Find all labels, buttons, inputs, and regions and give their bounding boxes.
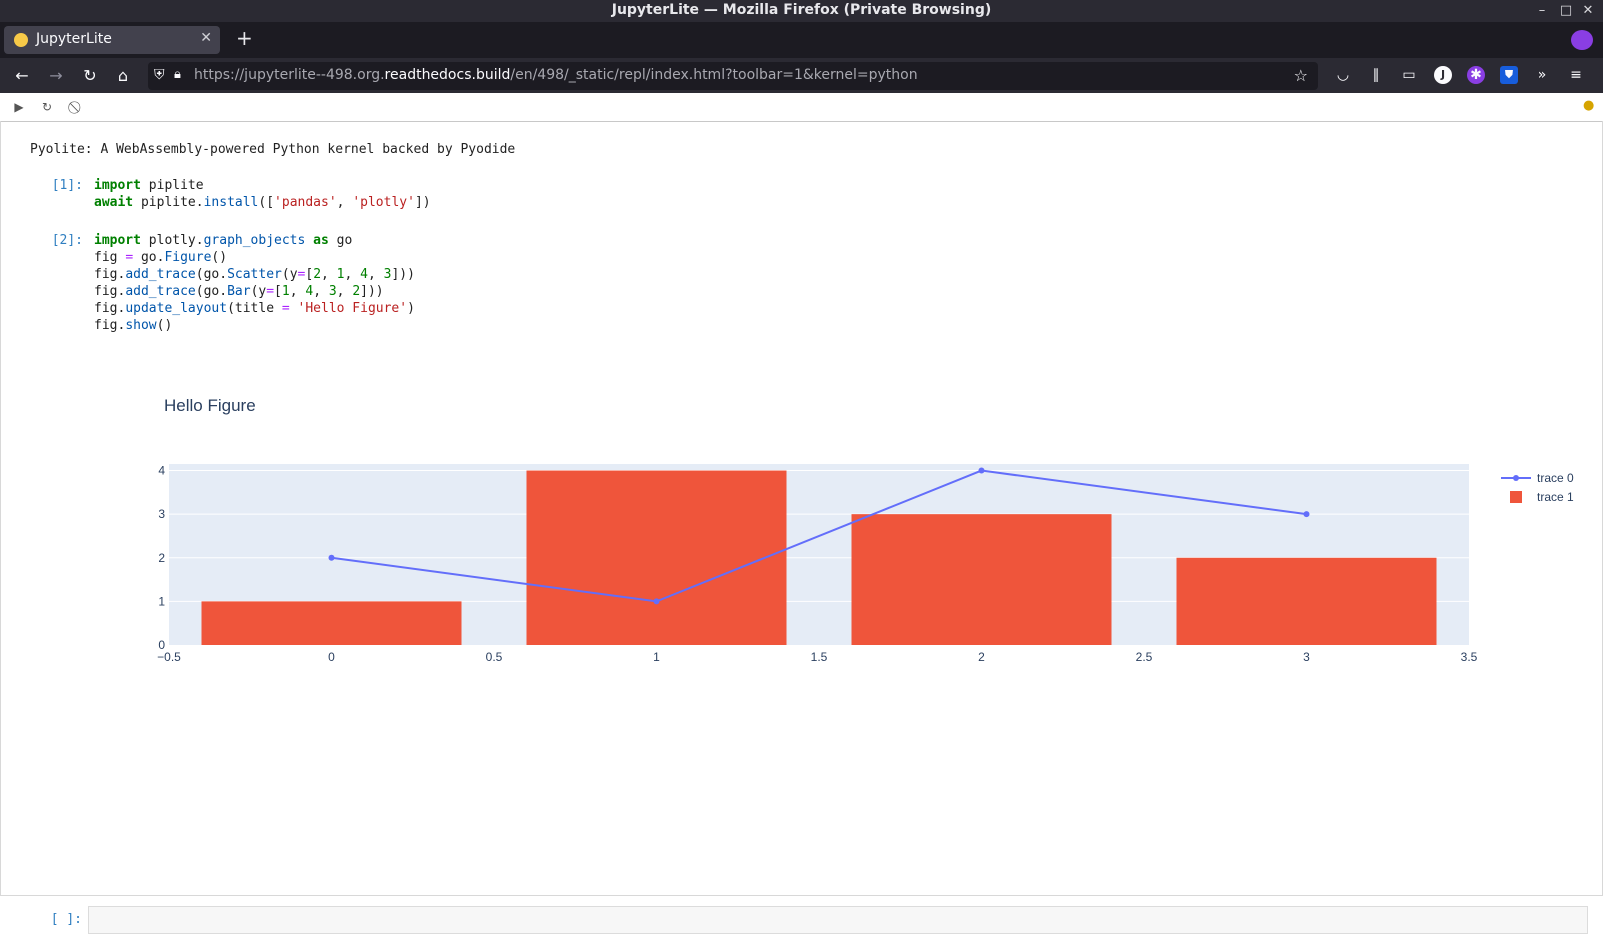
window-titlebar: JupyterLite — Mozilla Firefox (Private B… — [0, 0, 1603, 22]
tracking-shield-icon[interactable]: ⛨ — [154, 67, 165, 83]
y-tick-label: 1 — [158, 594, 165, 608]
data-point-trace-0[interactable] — [328, 554, 335, 561]
bar-trace-1[interactable] — [526, 470, 787, 645]
x-tick-label: 3.5 — [1461, 650, 1478, 664]
jupyterlite-favicon-icon — [14, 33, 28, 47]
plotly-chart[interactable]: −0.5 0 0.5 1 1.5 2 2.5 3 3.5 01234 trace 0 trace… — [1, 121, 1602, 681]
bar-trace-1[interactable] — [851, 514, 1112, 645]
account-avatar-icon[interactable]: J — [1434, 66, 1452, 84]
console-area: Pyolite: A WebAssembly-powered Python ke… — [0, 121, 1603, 901]
legend[interactable]: trace 0 trace 1 — [1501, 471, 1574, 504]
bitwarden-icon[interactable]: ⛊ — [1500, 66, 1518, 84]
kernel-status-icon: ● — [1583, 98, 1595, 113]
input-cell: [ ]: — [0, 895, 1603, 944]
reader-view-icon[interactable]: ▭ — [1400, 66, 1418, 84]
navigation-bar: ← → ↻ ⌂ ⛨ 🔒︎ https://jupyterlite--498.or… — [0, 58, 1603, 93]
y-tick-label: 3 — [158, 507, 165, 521]
input-prompt: [ ]: — [50, 912, 82, 927]
code-input-field[interactable] — [88, 906, 1588, 934]
legend-label-trace-1[interactable]: trace 1 — [1537, 490, 1574, 504]
close-icon[interactable]: ✕ — [1579, 2, 1597, 20]
x-tick-label: 2.5 — [1136, 650, 1153, 664]
window-title: JupyterLite — Mozilla Firefox (Private B… — [611, 2, 992, 18]
legend-marker-swatch — [1513, 475, 1519, 481]
tab-jupyterlite[interactable]: JupyterLite ✕ — [4, 26, 220, 54]
tab-label: JupyterLite — [36, 31, 112, 47]
url-text[interactable]: https://jupyterlite--498.org.readthedocs… — [194, 67, 918, 83]
x-tick-label: 3 — [1303, 650, 1310, 664]
data-point-trace-0[interactable] — [978, 467, 985, 474]
bar-trace-1[interactable] — [1176, 557, 1437, 645]
url-suffix: /en/498/_static/repl/index.html?toolbar=… — [510, 67, 918, 83]
new-tab-button[interactable]: + — [236, 26, 253, 50]
x-tick-label: 2 — [978, 650, 985, 664]
x-tick-label: 1.5 — [811, 650, 828, 664]
x-tick-label: −0.5 — [157, 650, 181, 664]
reload-icon[interactable]: ↻ — [80, 66, 100, 86]
address-bar[interactable]: ⛨ 🔒︎ https://jupyterlite--498.org.readth… — [148, 62, 1318, 90]
extension-icon[interactable]: ✱ — [1467, 66, 1485, 84]
overflow-chevron-icon[interactable]: » — [1533, 66, 1551, 84]
url-prefix: https://jupyterlite--498.org. — [194, 67, 385, 83]
legend-bar-swatch — [1510, 491, 1522, 503]
x-tick-label: 0 — [328, 650, 335, 664]
y-tick-label: 0 — [158, 638, 165, 652]
run-icon[interactable]: ▶ — [10, 98, 28, 116]
y-tick-label: 2 — [158, 551, 165, 565]
repl-toolbar: ▶ ↻ ⃠ ● — [0, 93, 1603, 122]
x-tick-label: 0.5 — [486, 650, 503, 664]
forward-arrow-icon[interactable]: → — [46, 66, 66, 86]
bar-trace-1[interactable] — [201, 601, 462, 645]
hamburger-menu-icon[interactable]: ≡ — [1567, 66, 1585, 84]
maximize-icon[interactable]: □ — [1557, 2, 1575, 20]
private-browsing-icon — [1571, 30, 1593, 50]
tab-close-icon[interactable]: ✕ — [200, 30, 212, 46]
minimize-icon[interactable]: – — [1533, 2, 1551, 20]
pocket-icon[interactable]: ◡ — [1334, 66, 1352, 84]
library-icon[interactable]: ∥ — [1367, 66, 1385, 84]
restart-icon[interactable]: ↻ — [38, 98, 56, 116]
data-point-trace-0[interactable] — [653, 598, 660, 605]
y-tick-label: 4 — [158, 464, 165, 478]
home-icon[interactable]: ⌂ — [113, 66, 133, 86]
url-host: readthedocs.build — [384, 67, 511, 83]
lock-icon[interactable]: 🔒︎ — [174, 67, 181, 82]
data-point-trace-0[interactable] — [1303, 511, 1310, 518]
x-tick-label: 1 — [653, 650, 660, 664]
back-arrow-icon[interactable]: ← — [12, 66, 32, 86]
bookmark-star-icon[interactable]: ☆ — [1294, 66, 1308, 85]
clear-icon[interactable]: ⃠ — [68, 98, 86, 116]
legend-label-trace-0[interactable]: trace 0 — [1537, 471, 1574, 485]
